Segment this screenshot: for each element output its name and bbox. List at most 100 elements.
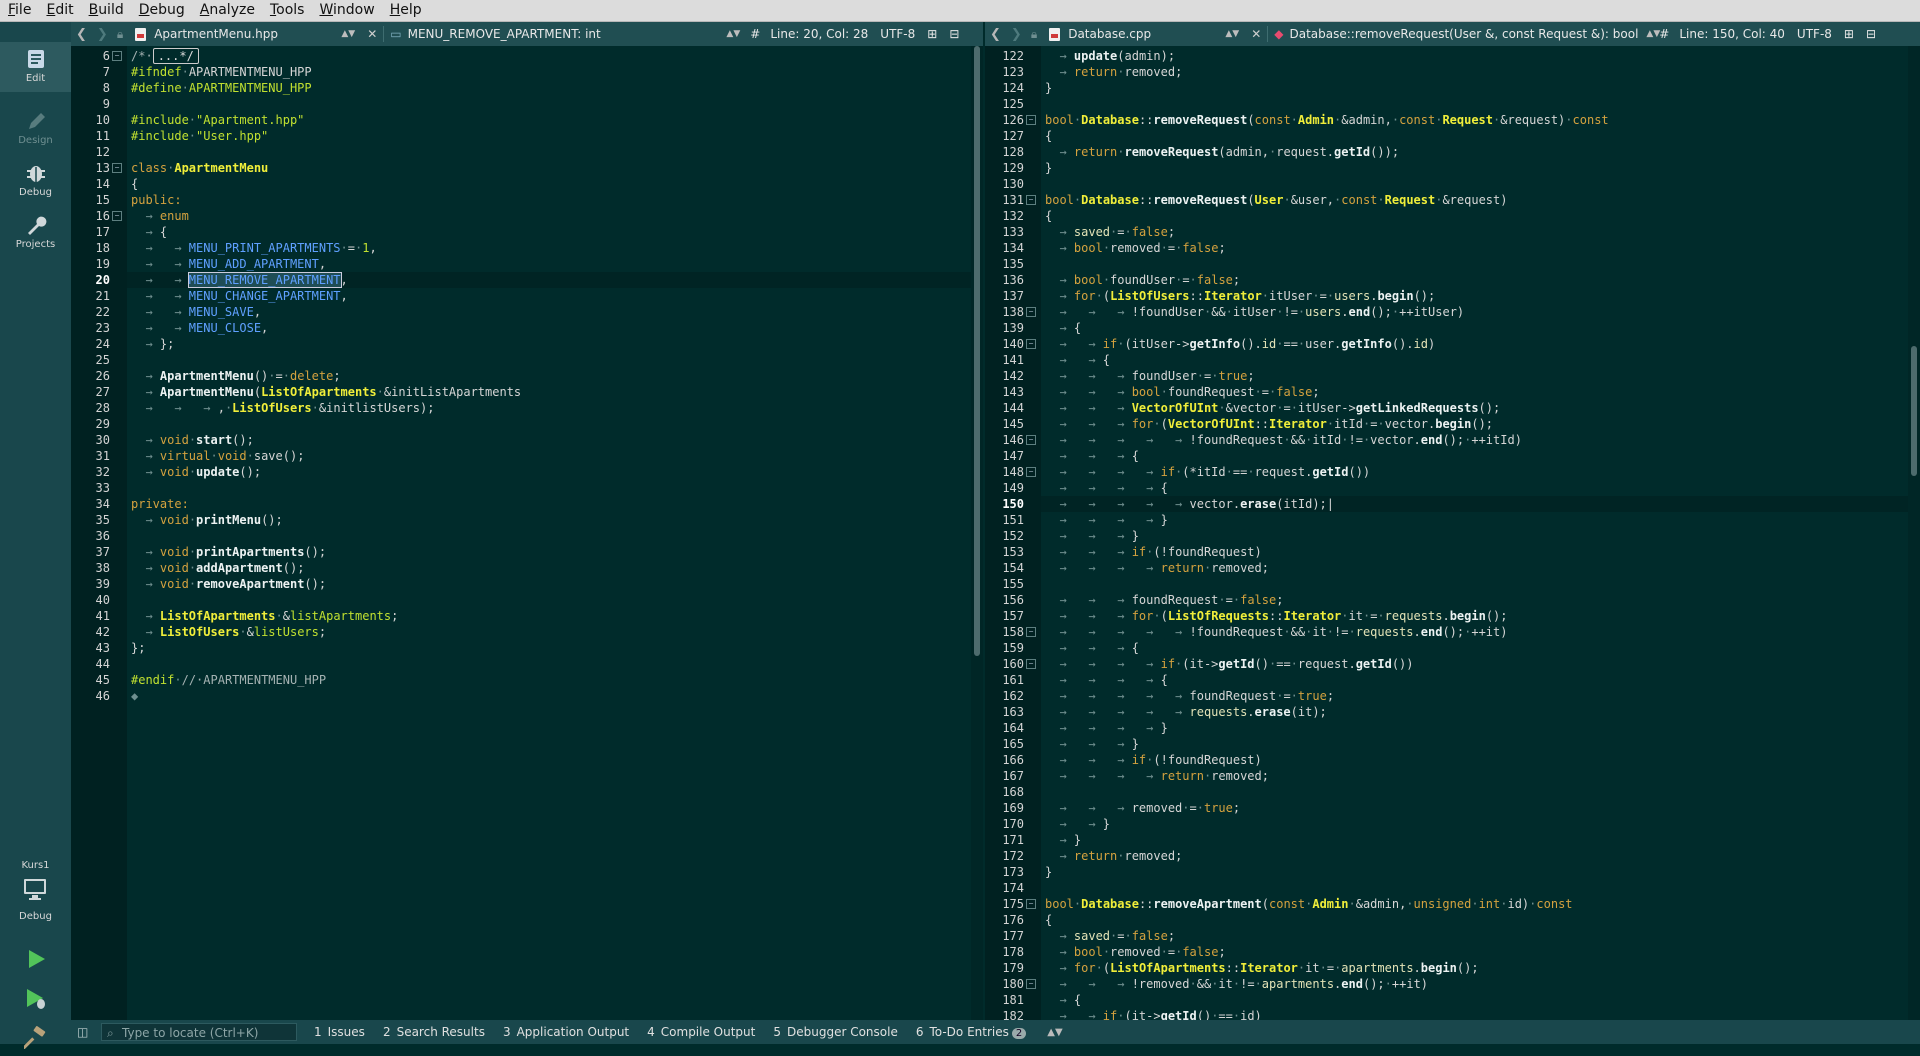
code-line[interactable] bbox=[127, 480, 971, 496]
output-pane-to-do-entries[interactable]: 6 To-Do Entries 2 bbox=[907, 1025, 1035, 1039]
code-line[interactable]: → void·start(); bbox=[127, 432, 971, 448]
line-number[interactable]: 123 bbox=[1002, 64, 1024, 80]
code-line[interactable]: → { bbox=[1041, 320, 1908, 336]
line-number[interactable]: 31 bbox=[96, 448, 110, 464]
line-number[interactable]: 141 bbox=[1002, 352, 1024, 368]
code-line[interactable]: → → MENU_REMOVE_APARTMENT, bbox=[127, 272, 971, 288]
code-line[interactable] bbox=[127, 416, 971, 432]
line-number[interactable]: 143 bbox=[1002, 384, 1024, 400]
code-line[interactable]: → return·removeRequest(admin,·request.ge… bbox=[1041, 144, 1908, 160]
code-line[interactable] bbox=[127, 528, 971, 544]
code-line[interactable] bbox=[127, 144, 971, 160]
close-split-icon[interactable]: ⊟ bbox=[1860, 22, 1882, 46]
mode-debug[interactable]: Debug bbox=[0, 156, 71, 206]
line-number[interactable]: 140 bbox=[1002, 336, 1024, 352]
line-number[interactable]: 23 bbox=[96, 320, 110, 336]
fold-marker-icon[interactable]: − bbox=[112, 163, 122, 173]
line-number[interactable]: 168 bbox=[1002, 784, 1024, 800]
line-number[interactable]: 32 bbox=[96, 464, 110, 480]
code-line[interactable]: → virtual·void·save(); bbox=[127, 448, 971, 464]
code-line[interactable]: → void·removeApartment(); bbox=[127, 576, 971, 592]
code-line[interactable]: → → → foundUser·=·true; bbox=[1041, 368, 1908, 384]
file-encoding[interactable]: UTF-8 bbox=[874, 22, 921, 46]
code-line[interactable]: → bool·removed·=·false; bbox=[1041, 944, 1908, 960]
scrollbar-thumb[interactable] bbox=[1911, 346, 1917, 476]
fold-marker-icon[interactable]: − bbox=[1026, 115, 1036, 125]
line-number[interactable]: 142 bbox=[1002, 368, 1024, 384]
cursor-position[interactable]: Line: 150, Col: 40 bbox=[1673, 22, 1791, 46]
line-number[interactable]: 148 bbox=[1002, 464, 1024, 480]
code-line[interactable]: → enum bbox=[127, 208, 971, 224]
line-number[interactable]: 134 bbox=[1002, 240, 1024, 256]
code-line[interactable] bbox=[127, 592, 971, 608]
build-button[interactable] bbox=[0, 1018, 71, 1056]
line-number[interactable]: 173 bbox=[1002, 864, 1024, 880]
line-number[interactable]: 128 bbox=[1002, 144, 1024, 160]
line-number[interactable]: 180 bbox=[1002, 976, 1024, 992]
code-line[interactable]: → → → → return·removed; bbox=[1041, 768, 1908, 784]
line-number[interactable]: 177 bbox=[1002, 928, 1024, 944]
line-number[interactable]: 159 bbox=[1002, 640, 1024, 656]
code-line[interactable]: #define·APARTMENTMENU_HPP bbox=[127, 80, 971, 96]
code-line[interactable]: → → → ,·ListOfUsers·&initlistUsers); bbox=[127, 400, 971, 416]
code-line[interactable] bbox=[1041, 880, 1908, 896]
line-number[interactable]: 28 bbox=[96, 400, 110, 416]
code-line[interactable]: → return·removed; bbox=[1041, 64, 1908, 80]
fold-marker-icon[interactable]: − bbox=[1026, 435, 1036, 445]
code-line[interactable]: → → → { bbox=[1041, 640, 1908, 656]
line-number[interactable]: 165 bbox=[1002, 736, 1024, 752]
line-number[interactable]: 30 bbox=[96, 432, 110, 448]
fold-marker-icon[interactable]: − bbox=[1026, 467, 1036, 477]
code-line[interactable]: → → → if·(!foundRequest) bbox=[1041, 544, 1908, 560]
menu-file[interactable]: File bbox=[0, 0, 38, 21]
line-number[interactable]: 17 bbox=[96, 224, 110, 240]
cursor-position[interactable]: Line: 20, Col: 28 bbox=[764, 22, 874, 46]
code-line[interactable]: → → → for·(VectorOfUInt::Iterator·itId·=… bbox=[1041, 416, 1908, 432]
line-number[interactable]: 37 bbox=[96, 544, 110, 560]
code-line[interactable]: { bbox=[127, 176, 971, 192]
code-line[interactable]: /*· ...*/ bbox=[127, 48, 971, 64]
line-number[interactable]: 138 bbox=[1002, 304, 1024, 320]
fold-marker-icon[interactable]: − bbox=[112, 51, 122, 61]
line-number[interactable]: 155 bbox=[1002, 576, 1024, 592]
code-line[interactable]: → → → } bbox=[1041, 528, 1908, 544]
line-number[interactable]: 6 bbox=[103, 48, 110, 64]
code-area[interactable]: /*· ...*/#ifndef·APARTMENTMENU_HPP #define… bbox=[127, 46, 971, 1020]
line-number[interactable]: 135 bbox=[1002, 256, 1024, 272]
line-number[interactable]: 8 bbox=[103, 80, 110, 96]
line-number[interactable]: 153 bbox=[1002, 544, 1024, 560]
fold-marker-icon[interactable]: − bbox=[1026, 339, 1036, 349]
code-line[interactable]: → saved·=·false; bbox=[1041, 224, 1908, 240]
code-line[interactable]: → }; bbox=[127, 336, 971, 352]
kit-selector[interactable]: Kurs1 Debug bbox=[0, 860, 71, 922]
split-icon[interactable]: ⊞ bbox=[921, 22, 943, 46]
code-line[interactable]: → → if·(itUser->getInfo().id·==·user.get… bbox=[1041, 336, 1908, 352]
line-number[interactable]: 36 bbox=[96, 528, 110, 544]
line-number[interactable]: 133 bbox=[1002, 224, 1024, 240]
line-number[interactable]: 27 bbox=[96, 384, 110, 400]
line-number[interactable]: 126 bbox=[1002, 112, 1024, 128]
line-number[interactable]: 15 bbox=[96, 192, 110, 208]
code-line[interactable] bbox=[1041, 256, 1908, 272]
line-number[interactable]: 139 bbox=[1002, 320, 1024, 336]
code-line[interactable] bbox=[1041, 176, 1908, 192]
code-line[interactable]: → → → foundRequest·=·false; bbox=[1041, 592, 1908, 608]
code-line[interactable]: → → MENU_PRINT_APARTMENTS·=·1, bbox=[127, 240, 971, 256]
code-line[interactable]: private: bbox=[127, 496, 971, 512]
output-pane-debugger-console[interactable]: 5 Debugger Console bbox=[764, 1025, 907, 1039]
line-number[interactable]: 162 bbox=[1002, 688, 1024, 704]
menu-window[interactable]: Window bbox=[311, 0, 381, 21]
code-line[interactable]: → → → → → foundRequest·=·true; bbox=[1041, 688, 1908, 704]
fold-marker-icon[interactable]: − bbox=[1026, 195, 1036, 205]
fold-marker-icon[interactable]: − bbox=[1026, 659, 1036, 669]
code-line[interactable]: public: bbox=[127, 192, 971, 208]
code-line[interactable]: → → if·(it->getId()·==·id) bbox=[1041, 1008, 1908, 1020]
code-line[interactable]: → → → → } bbox=[1041, 720, 1908, 736]
line-number[interactable]: 125 bbox=[1002, 96, 1024, 112]
line-number[interactable]: 39 bbox=[96, 576, 110, 592]
close-document-button[interactable]: ✕ bbox=[361, 22, 383, 46]
code-line[interactable]: → → MENU_CLOSE, bbox=[127, 320, 971, 336]
code-line[interactable]: → → → → if·(*itId·==·request.getId()) bbox=[1041, 464, 1908, 480]
line-number[interactable]: 43 bbox=[96, 640, 110, 656]
code-line[interactable] bbox=[1041, 576, 1908, 592]
